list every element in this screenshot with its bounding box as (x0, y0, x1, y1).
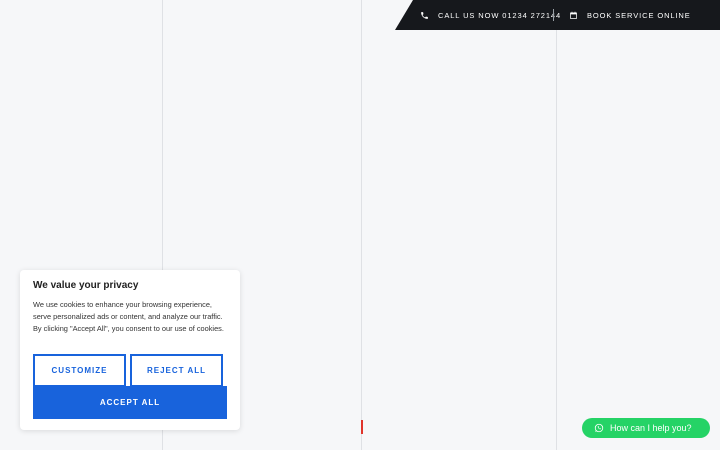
cookie-title: We value your privacy (33, 280, 139, 291)
chat-label: How can I help you? (610, 423, 692, 433)
call-us-label: CALL US NOW 01234 272144 (438, 10, 562, 20)
cookie-description: We use cookies to enhance your browsing … (33, 300, 224, 333)
red-marker (361, 420, 363, 434)
top-contact-bar: CALL US NOW 01234 272144 BOOK SERVICE ON… (395, 0, 720, 30)
customize-button[interactable]: CUSTOMIZE (33, 354, 126, 387)
reject-all-button[interactable]: REJECT ALL (130, 354, 223, 387)
grid-line (556, 0, 557, 450)
whatsapp-chat-button[interactable]: How can I help you? (582, 418, 710, 438)
calendar-icon (570, 11, 577, 19)
topbar-divider (553, 9, 554, 21)
accept-all-button[interactable]: ACCEPT ALL (33, 386, 227, 419)
phone-icon (421, 11, 428, 19)
call-us-link[interactable]: CALL US NOW 01234 272144 (420, 0, 561, 30)
book-service-link[interactable]: BOOK SERVICE ONLINE (569, 0, 691, 30)
whatsapp-icon (594, 423, 604, 433)
grid-line (361, 0, 362, 450)
book-service-label: BOOK SERVICE ONLINE (587, 10, 691, 20)
cookie-consent-dialog: We value your privacy We use cookies to … (20, 270, 240, 430)
